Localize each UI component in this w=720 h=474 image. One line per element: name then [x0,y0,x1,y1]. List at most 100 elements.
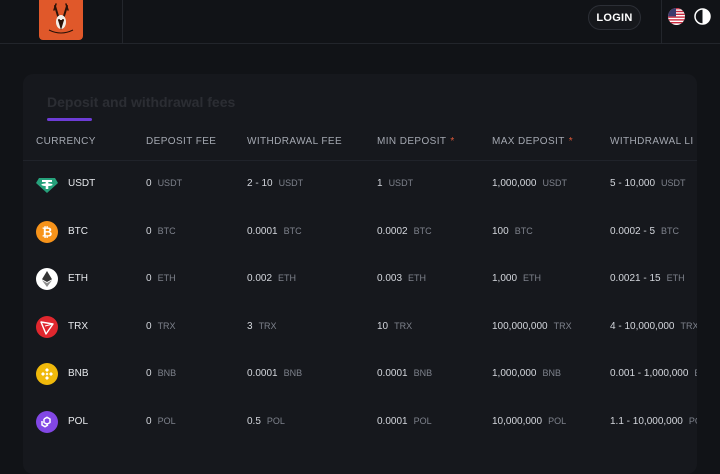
table-row: BNB 0 BNB 0.0001 BNB 0.0001 BNB 1,000,000 BNB 0.0… [23,363,697,410]
max-deposit-cell: 100,000,000 TRX [492,321,572,332]
cell-value: 100 [492,225,509,237]
cell-unit: BTC [661,225,680,236]
cell-value: 0 [146,178,152,189]
cell-unit: POL [157,415,176,426]
required-marker: * [568,136,574,147]
header-separator [23,160,697,161]
deposit-fee-cell: 0 ETH [146,273,176,284]
cell-value: 10,000,000 [492,415,543,427]
currency-name: USDT [68,178,96,189]
deposit-fee-cell: 0 USDT [146,178,182,189]
cell-value: 10 [377,320,389,332]
cell-unit: USDT [157,178,183,188]
withdrawal-limit-cell: 0.001 - 1,000,000 BNB [610,368,697,379]
cell-value: 3 [247,320,253,332]
cell-unit: BNB [694,368,697,378]
bitcoin-icon: ₿ [36,220,58,243]
cell-value: 4 - 10,000,000 [610,320,675,332]
cell-unit: TRX [157,320,176,331]
theme-toggle-icon[interactable] [694,8,711,25]
bnb-icon [36,363,58,385]
top-navigation-bar: LOGIN [0,0,720,44]
min-deposit-cell: 0.003 ETH [377,273,426,284]
table-row: ₿ BTC 0 BTC 0.0001 BTC 0.0002 BTC 100 BTC 0.0002 -… [23,220,697,268]
required-marker: * [450,136,455,147]
withdrawal-fee-cell: 0.002 ETH [247,273,296,284]
cell-value: 0.0021 - 15 [610,273,661,284]
cell-value: 0.5 [247,415,261,427]
cell-unit: USDT [542,178,568,188]
withdrawal-limit-cell: 0.0002 - 5 BTC [610,226,679,237]
cell-unit: BTC [514,225,533,236]
cell-value: 1 [377,178,383,189]
cell-unit: BNB [413,368,433,378]
cell-value: 0.003 [377,273,403,284]
withdrawal-limit-cell: 4 - 10,000,000 TRX [610,321,697,332]
cell-value: 0 [146,225,152,237]
currency-name: ETH [68,273,88,284]
withdrawal-limit-cell: 1.1 - 10,000,000 POL [610,416,697,427]
deposit-fee-cell: 0 POL [146,416,176,427]
site-logo[interactable] [39,0,83,40]
deposit-fee-cell: 0 BTC [146,226,176,237]
header-withdrawal-limit: WITHDRAWAL LI [610,136,694,147]
cell-value: 100,000,000 [492,320,548,332]
cell-unit: ETH [157,273,176,283]
cell-value: 0.002 [247,273,273,284]
cell-value: 0 [146,368,152,379]
cell-value: 0.001 - 1,000,000 [610,368,689,379]
cell-unit: BNB [157,368,177,378]
header-currency: CURRENCY [36,136,96,147]
table-row: USDT 0 USDT 2 - 10 USDT 1 USDT 1,000,000 USDT 5 -… [23,173,697,220]
ethereum-icon [36,268,58,290]
withdrawal-limit-cell: 5 - 10,000 USDT [610,178,686,189]
max-deposit-cell: 10,000,000 POL [492,416,566,427]
cell-value: 0.0002 [377,225,408,237]
header-max-deposit: MAX DEPOSIT * [492,136,573,147]
antelope-logo-icon [48,3,74,34]
header-deposit-fee: DEPOSIT FEE [146,136,217,147]
cell-value: 0.0001 [377,368,408,379]
header-max-deposit-label: MAX DEPOSIT [492,136,565,147]
currency-name: TRX [68,320,88,332]
max-deposit-cell: 1,000 ETH [492,273,541,284]
max-deposit-cell: 100 BTC [492,226,533,237]
min-deposit-cell: 1 USDT [377,178,413,189]
nav-divider [661,0,662,44]
svg-text:₿: ₿ [42,224,53,239]
cell-unit: BNB [283,368,303,378]
cell-unit: POL [413,415,432,426]
cell-unit: ETH [666,273,685,283]
us-flag-icon[interactable] [668,8,685,25]
max-deposit-cell: 1,000,000 BNB [492,368,561,379]
withdrawal-fee-cell: 3 TRX [247,321,277,332]
tether-icon [36,173,58,195]
cell-unit: USDT [661,178,686,188]
cell-value: 0.0001 [247,225,278,237]
currency-name: POL [68,415,89,427]
header-min-deposit: MIN DEPOSIT * [377,136,455,147]
min-deposit-cell: 0.0001 BNB [377,368,432,379]
table-row: POL 0 POL 0.5 POL 0.0001 POL 10,000,000 POL 1.1 -… [23,410,697,458]
cell-value: 5 - 10,000 [610,178,656,189]
active-tab-indicator [47,118,92,121]
polygon-icon [36,410,58,433]
cell-unit: TRX [553,320,572,331]
cell-unit: ETH [408,273,427,283]
deposit-fee-cell: 0 BNB [146,368,176,379]
cell-value: 0.0001 [247,368,278,379]
cell-value: 0.0001 [377,415,408,427]
cell-unit: BNB [542,368,562,378]
min-deposit-cell: 0.0001 POL [377,416,432,427]
deposit-fee-cell: 0 TRX [146,321,176,332]
cell-unit: POL [548,415,567,426]
header-withdrawal-fee: WITHDRAWAL FEE [247,136,343,147]
cell-value: 0 [146,320,152,332]
cell-unit: TRX [680,320,698,331]
withdrawal-fee-cell: 0.0001 BNB [247,368,302,379]
currency-name: BTC [68,225,88,237]
max-deposit-cell: 1,000,000 USDT [492,178,567,189]
login-button[interactable]: LOGIN [588,5,641,30]
cell-value: 1,000 [492,273,518,284]
min-deposit-cell: 10 TRX [377,321,412,332]
